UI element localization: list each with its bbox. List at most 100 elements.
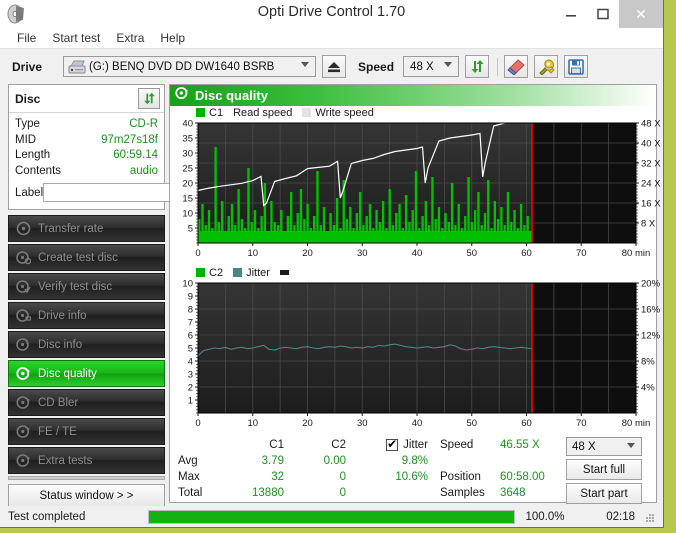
minimize-button[interactable] <box>555 0 587 28</box>
legend-label: C2 <box>209 266 224 279</box>
svg-text:16 X: 16 X <box>641 198 661 209</box>
menu-item-extra[interactable]: Extra <box>109 30 151 46</box>
desktop-background: Opti Drive Control 1.70 ✕ File Start tes… <box>0 0 676 533</box>
tools-button[interactable] <box>534 55 559 78</box>
maximize-button[interactable] <box>587 0 619 28</box>
svg-text:30: 30 <box>357 248 368 259</box>
menu-item-file[interactable]: File <box>10 30 43 46</box>
speed-select[interactable]: 48 X <box>403 56 460 77</box>
menu-item-start-test[interactable]: Start test <box>45 30 107 46</box>
legend-swatch <box>302 108 312 117</box>
readout-value: 60:58.00 <box>500 471 545 483</box>
sidebar-item-extra-tests[interactable]: Extra tests <box>8 447 165 474</box>
drive-select[interactable]: (G:) BENQ DVD DD DW1640 BSRB <box>63 56 317 77</box>
disc-value: audio <box>129 164 158 177</box>
sidebar-item-label: Transfer rate <box>38 222 104 235</box>
disc-icon <box>16 424 31 439</box>
legend-label: Read speed <box>233 106 293 119</box>
readout-value: 46.55 X <box>500 439 540 451</box>
progress-percent-label: 100.0% <box>525 510 565 523</box>
svg-text:30: 30 <box>182 148 193 159</box>
svg-text:20: 20 <box>302 248 313 259</box>
test-speed-select[interactable]: 48 X <box>566 437 642 456</box>
drive-label: Drive <box>12 59 43 74</box>
sidebar-item-transfer-rate[interactable]: Transfer rate <box>8 215 165 242</box>
sidebar-item-label: Verify test disc <box>38 280 113 293</box>
svg-text:20: 20 <box>302 418 313 429</box>
disc-icon <box>16 221 31 236</box>
sidebar-item-fe-te[interactable]: FE / TE <box>8 418 165 445</box>
drive-icon <box>68 60 86 74</box>
error-stats-table: C1 C2 Jitter Avg <box>172 437 432 504</box>
menu-item-help[interactable]: Help <box>153 30 192 46</box>
speed-select-value: 48 X <box>410 60 434 73</box>
save-button[interactable] <box>564 55 589 78</box>
svg-text:7: 7 <box>188 317 193 328</box>
application-window: Opti Drive Control 1.70 ✕ File Start tes… <box>0 0 664 528</box>
start-part-button[interactable]: Start part <box>566 483 642 504</box>
sidebar-item-create-test-disc[interactable]: Create test disc <box>8 244 165 271</box>
sidebar-item-cd-bler[interactable]: CD Bler <box>8 389 165 416</box>
disc-row-contents: Contents audio <box>15 164 158 180</box>
column-header-c1: C1 <box>269 439 284 451</box>
disc-label-row: Label <box>15 182 249 203</box>
panel-title: Disc quality <box>195 88 268 103</box>
c2-jitter-chart[interactable]: C2 Jitter 1 2 3 4 5 6 7 8 9 10 4% 8% 12% 16% 20% 0 10 20 3… <box>170 266 660 434</box>
svg-text:60: 60 <box>521 418 532 429</box>
svg-text:60: 60 <box>521 248 532 259</box>
resize-grip-icon[interactable] <box>641 510 655 524</box>
disc-properties: Type CD-R MID 97m27s18f Length 60:59.14 <box>9 113 249 209</box>
sidebar-item-label: FE / TE <box>38 425 77 438</box>
chevron-down-icon <box>301 62 310 70</box>
close-button[interactable]: ✕ <box>619 0 663 28</box>
sidebar-item-drive-info[interactable]: Drive info <box>8 302 165 329</box>
table-row: Total 13880 0 <box>172 485 432 501</box>
readout-speed: Speed 46.55 X <box>440 437 562 453</box>
cell-c2: 0 <box>339 471 346 483</box>
title-bar: Opti Drive Control 1.70 ✕ <box>0 0 663 28</box>
toolbar-separator <box>497 57 499 76</box>
test-nav-list: Transfer rate Create test disc Verify te… <box>8 215 165 507</box>
start-full-button[interactable]: Start full <box>566 459 642 480</box>
disc-check-icon <box>16 279 31 294</box>
disc-label-caption: Label <box>15 186 44 199</box>
sidebar-item-verify-test-disc[interactable]: Verify test disc <box>8 273 165 300</box>
jitter-label: Jitter <box>403 439 428 451</box>
legend-label: C1 <box>209 106 224 119</box>
readout-position: Position 60:58.00 <box>440 469 562 485</box>
sidebar-item-label: CD Bler <box>38 396 79 409</box>
right-panel: Disc quality C1 Read speed Write speed 5… <box>169 84 661 504</box>
c1-chart[interactable]: C1 Read speed Write speed 5 10 15 20 25 … <box>170 106 661 264</box>
disc-value: CD-R <box>129 118 158 130</box>
svg-text:25: 25 <box>182 163 193 174</box>
svg-text:1: 1 <box>188 395 193 406</box>
readout-value: 3648 <box>500 487 526 499</box>
disc-info-icon <box>16 308 32 323</box>
svg-text:50: 50 <box>466 418 477 429</box>
c1-plot: 5 10 15 20 25 30 35 40 8 X 16 X 24 X 32 X 40 X 48 X 0 1… <box>182 118 661 259</box>
svg-text:20: 20 <box>182 178 193 189</box>
disc-refresh-button[interactable] <box>138 88 160 109</box>
sidebar-item-disc-info[interactable]: i Disc info <box>8 331 165 358</box>
status-window-button[interactable]: Status window > > <box>8 484 165 507</box>
table-row: Avg 3.79 0.00 9.8% <box>172 453 432 469</box>
eject-button[interactable] <box>322 55 347 78</box>
disc-row-length: Length 60:59.14 <box>15 148 158 164</box>
svg-text:35: 35 <box>182 133 193 144</box>
sidebar-item-label: Disc info <box>38 338 83 351</box>
speed-label: Speed <box>358 59 395 74</box>
column-header-c2: C2 <box>331 439 346 451</box>
eraser-button[interactable] <box>504 55 529 78</box>
svg-text:70: 70 <box>576 418 587 429</box>
svg-text:40: 40 <box>182 119 193 129</box>
sidebar-item-disc-quality[interactable]: Disc quality <box>8 360 165 387</box>
cell-c1: 32 <box>271 471 284 483</box>
legend-item-read-speed: Read speed <box>233 107 292 119</box>
cell-c1: 3.79 <box>261 455 284 467</box>
refresh-button[interactable] <box>465 55 490 78</box>
svg-text:5: 5 <box>188 343 193 354</box>
svg-text:9: 9 <box>188 291 193 302</box>
c2-plot: 1 2 3 4 5 6 7 8 9 10 4% 8% 12% 16% 20% 0 10 20 30 40 50 60 70 8… <box>182 278 660 429</box>
refresh-icon <box>143 92 155 105</box>
jitter-checkbox[interactable] <box>386 437 399 451</box>
